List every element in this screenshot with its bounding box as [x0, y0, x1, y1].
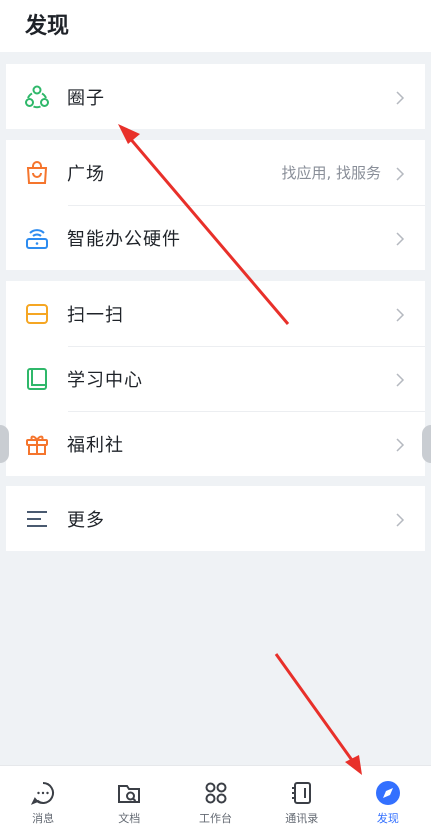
tab-label: 发现: [376, 812, 399, 825]
tab-label: 文档: [118, 812, 141, 825]
grid-apps-icon: [203, 780, 229, 806]
tab-contacts[interactable]: 通讯录: [259, 766, 345, 838]
menu-lines-icon: [24, 506, 50, 532]
menu-group-2: 广场 找应用, 找服务 智能办公硬件: [6, 140, 425, 270]
menu-item-subtitle: 找应用, 找服务: [281, 164, 381, 182]
menu-item-label: 扫一扫: [67, 304, 124, 326]
menu-item-label: 更多: [67, 509, 105, 531]
page-header: 发现: [0, 0, 431, 52]
menu-item-smart-hardware[interactable]: 智能办公硬件: [6, 205, 425, 270]
right-edge-handle[interactable]: [422, 425, 431, 463]
tab-label: 通讯录: [285, 812, 319, 825]
annotation-arrow-discover: [274, 653, 362, 775]
chevron-right-icon: [393, 166, 407, 181]
tab-docs[interactable]: 文档: [86, 766, 172, 838]
menu-group-4: 更多: [6, 486, 425, 551]
gift-icon: [24, 431, 50, 457]
router-device-icon: [24, 225, 50, 251]
circle-group-icon: [24, 84, 50, 110]
menu-item-circle[interactable]: 圈子: [6, 64, 425, 129]
scan-icon: [24, 301, 50, 327]
menu-item-scan[interactable]: 扫一扫: [6, 281, 425, 346]
page-title: 发现: [25, 14, 70, 39]
chevron-right-icon: [393, 437, 407, 452]
chevron-right-icon: [393, 512, 407, 527]
contacts-book-icon: [289, 780, 315, 806]
tab-workbench[interactable]: 工作台: [172, 766, 258, 838]
chevron-right-icon: [393, 372, 407, 387]
menu-item-label: 广场: [67, 163, 105, 185]
menu-item-label: 学习中心: [67, 369, 143, 391]
folder-icon: [116, 780, 142, 806]
chevron-right-icon: [393, 307, 407, 322]
menu-item-square[interactable]: 广场 找应用, 找服务: [6, 140, 425, 205]
book-icon: [24, 366, 50, 392]
left-edge-handle[interactable]: [0, 425, 9, 463]
tab-discover[interactable]: 发现: [345, 766, 431, 838]
menu-item-label: 智能办公硬件: [67, 228, 181, 250]
menu-item-more[interactable]: 更多: [6, 486, 425, 551]
shopping-bag-icon: [24, 160, 50, 186]
chevron-right-icon: [393, 90, 407, 105]
menu-item-label: 圈子: [67, 87, 105, 109]
menu-item-welfare[interactable]: 福利社: [6, 411, 425, 476]
menu-group-1: 圈子: [6, 64, 425, 129]
compass-icon: [375, 780, 401, 806]
menu-item-learning-center[interactable]: 学习中心: [6, 346, 425, 411]
tab-messages[interactable]: 消息: [0, 766, 86, 838]
chevron-right-icon: [393, 231, 407, 246]
tab-label: 工作台: [199, 812, 232, 825]
chat-bubble-icon: [30, 780, 56, 806]
menu-item-label: 福利社: [67, 434, 124, 456]
bottom-tab-bar: 消息 文档 工作台 通讯录 发现: [0, 765, 431, 838]
menu-group-3: 扫一扫 学习中心 福利社: [6, 281, 425, 476]
tab-label: 消息: [32, 812, 55, 825]
